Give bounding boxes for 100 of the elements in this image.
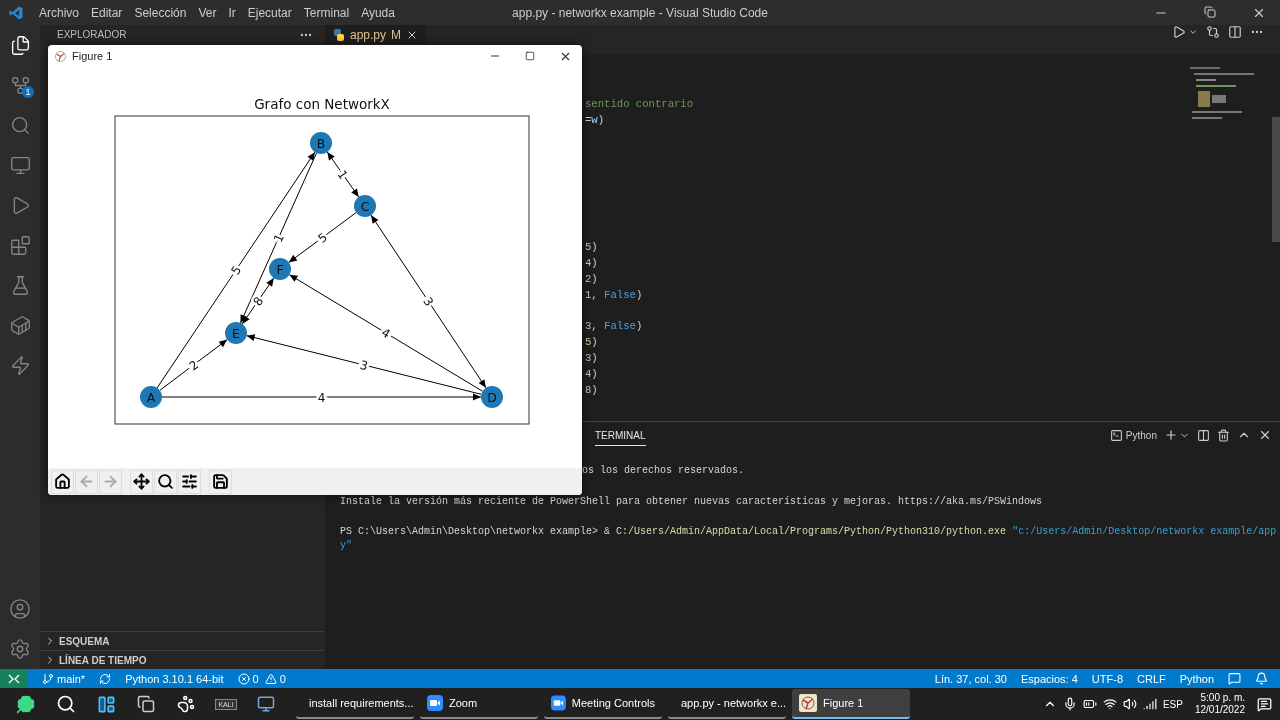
graph-node <box>269 258 291 280</box>
bell-icon[interactable] <box>1255 672 1268 685</box>
maximize-icon[interactable] <box>525 51 535 61</box>
video-camera-icon <box>427 695 443 711</box>
menu-item[interactable]: Editar <box>85 5 129 20</box>
magnifier-icon <box>157 473 174 490</box>
node-label: E <box>232 325 240 341</box>
battery-icon[interactable] <box>1082 697 1097 711</box>
edge-label: 8 <box>250 294 267 309</box>
trash-icon[interactable] <box>1217 428 1230 442</box>
menu-item[interactable]: Terminal <box>297 5 356 20</box>
remote-button[interactable] <box>0 669 28 688</box>
window-title: app.py - networkx example - Visual Studio Code <box>512 5 768 20</box>
problems-status[interactable]: 0 0 <box>237 672 286 685</box>
microphone-icon[interactable] <box>1062 697 1077 711</box>
code-line: =w) <box>585 113 606 128</box>
sidebar-title: EXPLORADOR <box>57 29 127 40</box>
toolbar-button[interactable] <box>51 469 74 494</box>
play-icon[interactable] <box>1172 25 1186 39</box>
menu-item[interactable]: Selección <box>128 5 193 20</box>
compare-icon[interactable] <box>1206 25 1220 39</box>
status-item[interactable]: UTF-8 <box>1091 672 1123 685</box>
files-icon[interactable] <box>9 34 31 56</box>
taskbar-app[interactable]: app.py - networkx e... <box>668 689 786 719</box>
graph-node <box>310 132 332 154</box>
chevron-down-icon[interactable] <box>1188 27 1198 37</box>
edge-label: 2 <box>186 357 202 374</box>
restore-icon[interactable] <box>1204 5 1216 18</box>
section-title: LÍNEA DE TIEMPO <box>59 654 147 666</box>
taskbar-app[interactable]: Figure 1 <box>792 689 910 719</box>
scrollbar-thumb[interactable] <box>1272 117 1280 242</box>
menu-item[interactable]: Ayuda <box>355 5 401 20</box>
blocks-icon[interactable] <box>9 234 31 256</box>
code-line: 1, False) <box>585 288 644 303</box>
code-line: 8) <box>585 383 599 398</box>
figure-app-icon <box>799 694 817 712</box>
sidebar-section[interactable]: ESQUEMA <box>40 631 325 650</box>
node-label: C <box>360 198 370 214</box>
edge-label: 1 <box>334 167 351 182</box>
panel-tab[interactable]: TERMINAL <box>595 424 646 446</box>
speaker-icon[interactable] <box>1122 697 1137 711</box>
toolbar-button[interactable] <box>154 469 177 494</box>
wifi-icon[interactable] <box>1102 697 1117 711</box>
menu-item[interactable]: Ir <box>222 5 242 20</box>
edge-label: 5 <box>315 230 331 246</box>
file-type-icon <box>333 28 345 41</box>
close-icon[interactable] <box>1258 428 1272 442</box>
menu-item[interactable]: Ejecutar <box>241 5 298 20</box>
toolbar-button[interactable] <box>178 469 201 494</box>
edge-label: 3 <box>358 357 370 374</box>
edge-label: 3 <box>420 294 437 309</box>
section-title: ESQUEMA <box>59 635 110 647</box>
lightning-icon[interactable] <box>9 354 31 376</box>
code-line: 4) <box>585 256 599 271</box>
branch-status[interactable]: main* <box>42 672 86 685</box>
node-label: D <box>487 389 497 405</box>
feedback-icon[interactable] <box>1228 672 1241 685</box>
interpreter-status[interactable]: Python 3.10.1 64-bit <box>125 672 224 685</box>
code-line: 4) <box>585 367 599 382</box>
sync-icon[interactable] <box>99 672 112 685</box>
search-icon[interactable] <box>56 694 76 714</box>
edge-label: 1 <box>271 231 287 245</box>
status-item[interactable]: Python <box>1179 672 1214 685</box>
sliders-icon <box>181 473 198 490</box>
home-icon <box>54 473 71 490</box>
split-icon[interactable] <box>1228 25 1242 39</box>
code-line: 2) <box>585 272 599 287</box>
toolbar-button[interactable] <box>130 469 153 494</box>
status-item[interactable]: Lín. 37, col. 30 <box>934 672 1007 685</box>
graph-node <box>140 386 162 408</box>
computer-icon[interactable] <box>257 695 275 713</box>
editor-tab[interactable]: app.py M <box>325 25 427 44</box>
clock[interactable]: 5:00 p. m. 12/01/2022 <box>1194 692 1245 716</box>
taskbar-app[interactable]: install requirements... <box>296 689 414 719</box>
terminal-line: PS C:\Users\Admin\Desktop\networkx example> & C:/Users/Admin/AppData/Local/Programs/Python/Python310/python.exe "c:/Users/Admin/Desktop/networkx example/app <box>340 525 1278 539</box>
count-badge: 1 <box>22 86 34 98</box>
branch-icon <box>42 672 54 685</box>
user-icon[interactable] <box>9 598 31 620</box>
windows-icon[interactable] <box>137 695 155 713</box>
monitor-icon[interactable] <box>9 154 31 176</box>
language-indicator[interactable]: ESP <box>1162 698 1183 710</box>
status-item[interactable]: Espacios: 4 <box>1020 672 1078 685</box>
shell-selector[interactable]: Python <box>1109 428 1157 442</box>
node-label: F <box>276 261 284 277</box>
split-icon[interactable] <box>1197 428 1210 442</box>
paw-icon[interactable] <box>177 695 195 713</box>
menu-item[interactable]: Ver <box>192 5 223 20</box>
menu-item[interactable]: Archivo <box>33 5 85 20</box>
taskbar-app[interactable]: Meeting Controls <box>544 689 662 719</box>
status-item[interactable]: CRLF <box>1137 672 1166 685</box>
plus-icon[interactable] <box>1164 428 1178 442</box>
signal-icon[interactable] <box>1142 697 1157 711</box>
settings-icon[interactable] <box>9 638 31 660</box>
toolbar-button[interactable] <box>209 469 232 494</box>
notification-icon[interactable] <box>1257 696 1272 712</box>
taskbar-app[interactable]: Zoom <box>420 689 538 719</box>
task-view-icon[interactable] <box>96 694 116 714</box>
clover-icon[interactable] <box>16 694 36 714</box>
right-arrow-icon <box>102 473 119 490</box>
container-icon[interactable] <box>9 314 31 336</box>
